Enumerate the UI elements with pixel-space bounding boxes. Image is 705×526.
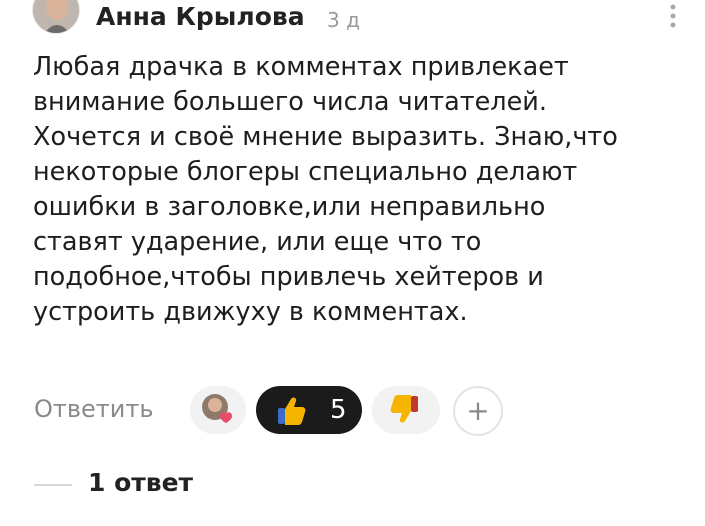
comment-line: Любая драчка в комментах привлекает bbox=[33, 52, 569, 82]
comment-actions: Ответить 5 + bbox=[0, 380, 705, 444]
replies-divider bbox=[34, 484, 72, 486]
comment-line: устроить движуху в комментах. bbox=[33, 297, 468, 327]
comment-line: некоторые блогеры специально делают bbox=[33, 157, 578, 187]
reply-button[interactable]: Ответить bbox=[34, 395, 153, 423]
like-count: 5 bbox=[330, 395, 347, 425]
thumbs-up-icon bbox=[278, 397, 306, 425]
like-button[interactable]: 5 bbox=[256, 386, 362, 434]
vertical-dots-icon[interactable] bbox=[666, 2, 680, 30]
comment-header: Анна Крылова 3 д bbox=[0, 0, 705, 40]
reaction-author-avatar[interactable] bbox=[190, 386, 246, 434]
comment-time: 3 д bbox=[327, 8, 360, 32]
add-reaction-button[interactable]: + bbox=[453, 386, 503, 436]
comment-line: ставят ударение, или еще что то bbox=[33, 227, 482, 257]
replies-count[interactable]: 1 ответ bbox=[88, 468, 193, 497]
dislike-button[interactable] bbox=[372, 386, 440, 434]
thumbs-down-icon bbox=[390, 395, 418, 423]
user-avatar[interactable] bbox=[32, 0, 80, 34]
comment-line: внимание большего числа читателей. bbox=[33, 87, 547, 117]
comment-line: подобное,чтобы привлечь хейтеров и bbox=[33, 262, 544, 292]
comment-line: ошибки в заголовке,или неправильно bbox=[33, 192, 546, 222]
comment-line: Хочется и своё мнение выразить. Знаю,что bbox=[33, 122, 618, 152]
author-name[interactable]: Анна Крылова bbox=[96, 2, 305, 31]
replies-toggle[interactable]: 1 ответ bbox=[0, 460, 705, 510]
comment-text: Любая драчка в комментах привлекает вним… bbox=[33, 50, 693, 330]
plus-icon: + bbox=[466, 394, 490, 427]
author-heart-icon bbox=[202, 394, 232, 423]
